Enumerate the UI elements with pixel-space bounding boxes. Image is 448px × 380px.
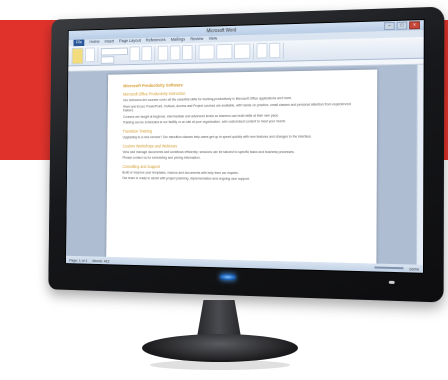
paragraph: Training can be scheduled at our facilit… xyxy=(122,119,287,125)
tab-insert[interactable]: Insert xyxy=(105,39,115,46)
section-heading: Transition Training xyxy=(122,128,153,134)
numbering-icon[interactable] xyxy=(169,45,181,61)
tab-review[interactable]: Review xyxy=(190,36,203,43)
tab-file[interactable]: File xyxy=(73,39,85,47)
styles-group xyxy=(198,43,254,61)
maximize-button[interactable]: □ xyxy=(396,21,408,30)
monitor-logo-icon xyxy=(219,273,236,281)
paragraph: Upgrading to a new version? Our transiti… xyxy=(122,134,312,140)
clipboard-group xyxy=(71,47,99,65)
style-title-icon[interactable] xyxy=(234,43,251,60)
paste-icon[interactable] xyxy=(71,47,84,65)
paragraph: Courses are taught at beginner, intermed… xyxy=(122,113,280,119)
bullets-icon[interactable] xyxy=(157,45,169,61)
font-size-field[interactable] xyxy=(100,56,115,64)
zoom-level[interactable]: 100% xyxy=(409,266,419,271)
status-spacer xyxy=(115,261,369,268)
document-page[interactable]: Microsoft Productivity Software Microsof… xyxy=(105,69,378,274)
editing-group xyxy=(256,42,284,60)
align-icon[interactable] xyxy=(181,44,193,61)
base-shadow xyxy=(150,360,290,370)
tab-mailings[interactable]: Mailings xyxy=(171,37,185,44)
section-heading: Consulting and Support xyxy=(122,163,160,169)
cut-icon[interactable] xyxy=(84,47,96,63)
replace-icon[interactable] xyxy=(269,42,281,59)
monitor-base xyxy=(142,334,298,362)
monitor: Microsoft Word – □ × File Home Insert Pa… xyxy=(48,6,445,303)
word-count[interactable]: Words: 412 xyxy=(92,258,109,263)
zoom-slider[interactable] xyxy=(374,266,404,270)
section-heading: Custom Workshops and Webinars xyxy=(122,143,178,149)
paragraph: Word and Excel, PowerPoint, Outlook, Acc… xyxy=(122,101,351,113)
paragraph: Build or improve your templates, macros … xyxy=(122,170,239,175)
font-name-field[interactable] xyxy=(100,47,128,56)
paragraph: Please contact us for scheduling and pri… xyxy=(122,155,201,160)
tab-view[interactable]: View xyxy=(209,36,218,43)
tab-references[interactable]: References xyxy=(146,37,166,44)
paragraph-group xyxy=(157,44,197,62)
tab-home[interactable]: Home xyxy=(89,39,99,46)
power-indicator-icon xyxy=(388,280,395,284)
document-title: Microsoft Productivity Software xyxy=(123,82,183,89)
word-window: Microsoft Word – □ × File Home Insert Pa… xyxy=(65,19,425,274)
style-heading-icon[interactable] xyxy=(216,43,233,60)
minimize-button[interactable]: – xyxy=(384,21,395,31)
paragraph: View and manage documents and workflows … xyxy=(122,149,295,154)
paragraph: Our team is ready to assist with project… xyxy=(122,176,250,182)
tab-page-layout[interactable]: Page Layout xyxy=(119,38,141,45)
close-button[interactable]: × xyxy=(409,21,420,30)
style-normal-icon[interactable] xyxy=(198,44,215,60)
bold-icon[interactable] xyxy=(129,46,140,62)
vertical-scrollbar[interactable] xyxy=(416,64,424,265)
page-indicator[interactable]: Page: 1 of 1 xyxy=(69,257,87,262)
document-area: Microsoft Productivity Software Microsof… xyxy=(66,64,424,274)
font-group xyxy=(100,45,156,64)
find-icon[interactable] xyxy=(256,42,268,59)
italic-icon[interactable] xyxy=(141,46,152,62)
